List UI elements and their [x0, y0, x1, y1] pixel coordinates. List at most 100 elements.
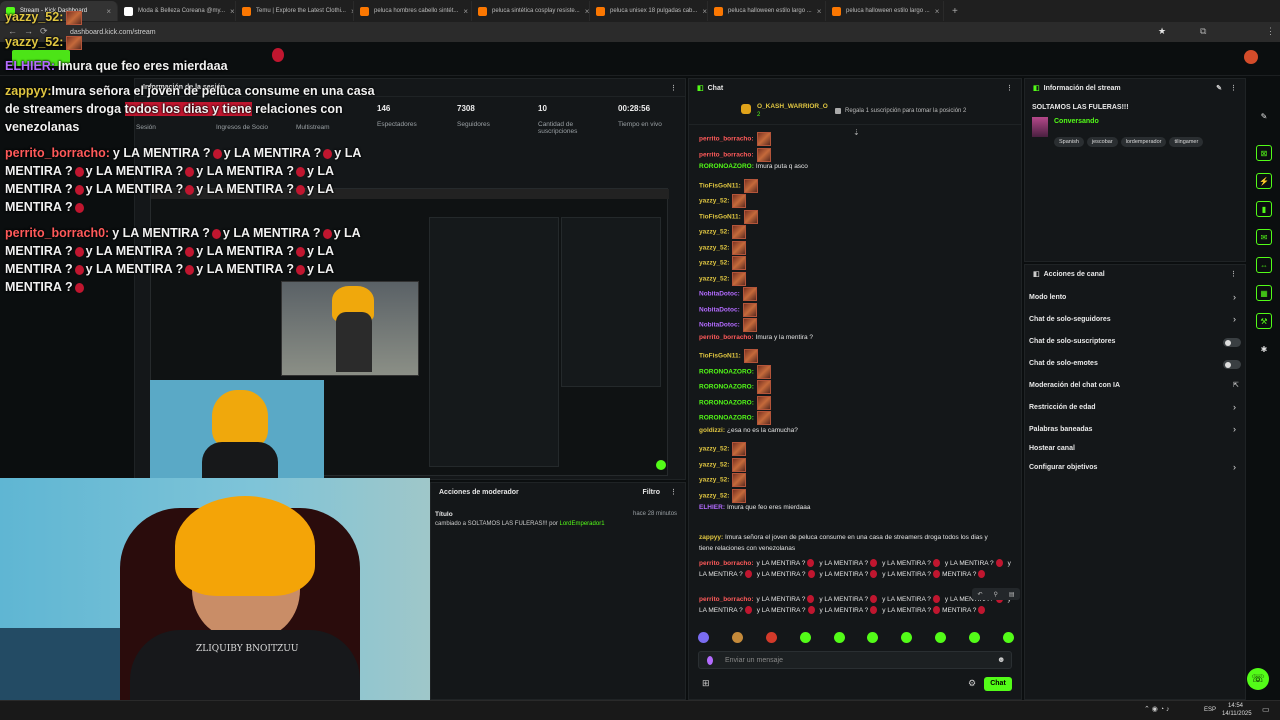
browser-tab[interactable]: peluca hombres cabello sintét... × — [354, 1, 472, 21]
chat-username[interactable]: NobitaDotoc: — [699, 306, 740, 313]
stream-tag[interactable]: Spanish — [1054, 137, 1084, 147]
quick-emote-icon[interactable] — [731, 632, 743, 643]
side-wrench-icon[interactable]: ⚒ — [1256, 313, 1272, 329]
address-bar[interactable]: ← → ⟳ dashboard.kick.com/stream ★ ⧉ ⋮ — [0, 22, 1280, 42]
tab-sesion[interactable]: Sesión — [136, 124, 156, 131]
tab-close-icon[interactable]: × — [817, 7, 822, 16]
side-shield-icon[interactable]: ⊠ — [1256, 145, 1272, 161]
side-edit-icon[interactable]: ✎ — [1256, 108, 1272, 124]
chat-input[interactable]: Enviar un mensaje ☻ — [698, 651, 1012, 669]
chat-username[interactable]: perrito_borracho: — [699, 151, 754, 158]
quick-emote-icon[interactable] — [1002, 632, 1014, 643]
channel-action-item[interactable]: Chat de solo-suscriptores — [1029, 338, 1115, 345]
quick-emote-icon[interactable] — [969, 632, 980, 643]
browser-tab[interactable]: peluca halloween estilo largo ... × — [826, 1, 944, 21]
chat-username[interactable]: yazzy_52: — [699, 275, 729, 282]
tab-close-icon[interactable]: × — [585, 7, 589, 16]
quick-emote-icon[interactable] — [765, 632, 777, 643]
stream-category[interactable]: Conversando — [1054, 118, 1099, 125]
send-chat-button[interactable]: Chat — [984, 677, 1012, 691]
chat-username[interactable]: yazzy_52: — [699, 198, 729, 205]
chat-username[interactable]: zappyy: — [699, 534, 723, 541]
avatar[interactable] — [1244, 50, 1258, 64]
side-card-icon[interactable]: ▮ — [1256, 201, 1272, 217]
browser-tab[interactable]: Moda & Belleza Coreana @my... × — [118, 1, 236, 21]
chat-username[interactable]: yazzy_52: — [699, 492, 729, 499]
chat-username[interactable]: yazzy_52: — [699, 260, 729, 267]
new-tab-icon[interactable]: + — [952, 6, 958, 17]
toggle-switch[interactable] — [1223, 338, 1241, 347]
channel-actions-menu-icon[interactable]: ⋮ — [1230, 270, 1237, 278]
bookmark-star-icon[interactable]: ★ — [1158, 26, 1166, 37]
chat-username[interactable]: RORONOAZORO: — [699, 163, 754, 170]
chevron-right-icon[interactable]: › — [1233, 424, 1236, 434]
emoji-picker-icon[interactable]: ☻ — [997, 655, 1005, 664]
chevron-right-icon[interactable]: › — [1233, 314, 1236, 324]
chat-username[interactable]: NobitaDotoc: — [699, 291, 740, 298]
chat-username[interactable]: yazzy_52: — [699, 229, 729, 236]
chat-username[interactable]: ELHIER: — [699, 504, 725, 511]
channel-action-item[interactable]: Hostear canal — [1029, 445, 1075, 452]
quick-emote-icon[interactable] — [867, 632, 879, 643]
quick-emote-icon[interactable] — [799, 632, 811, 643]
chat-username[interactable]: goldizzi: — [699, 427, 725, 434]
chat-username[interactable]: yazzy_52: — [699, 244, 729, 251]
stream-tag[interactable]: jescobar — [1086, 137, 1118, 147]
gift-icon[interactable]: ⊞ — [702, 678, 710, 689]
reply-icon[interactable]: ↶ — [977, 591, 982, 598]
chat-expand-icon[interactable]: ◧ — [697, 84, 704, 92]
chat-username[interactable]: NobitaDotoc: — [699, 322, 740, 329]
extensions-icon[interactable]: ⧉ — [1200, 26, 1206, 37]
pinned-user[interactable]: O_KASH_WARRIOR_O — [757, 103, 828, 110]
tab-close-icon[interactable]: × — [702, 7, 707, 16]
channel-action-item[interactable]: Modo lento — [1029, 294, 1066, 301]
channel-action-item[interactable]: Moderación del chat con IA — [1029, 382, 1120, 389]
quick-emote-icon[interactable] — [901, 632, 913, 643]
tray-icons[interactable]: ⌃ ◉ ◔ ♪ — [1144, 705, 1170, 713]
scroll-down-icon[interactable]: ⇣ — [853, 128, 860, 137]
stream-info-menu-icon[interactable]: ⋮ — [1230, 84, 1237, 92]
browser-tab[interactable]: Temu | Explore the Latest Clothi...× — [236, 1, 354, 21]
quick-emote-icon[interactable] — [833, 632, 845, 643]
tab-close-icon[interactable]: × — [463, 7, 468, 16]
side-bolt-icon[interactable]: ⚡ — [1256, 173, 1272, 189]
delete-icon[interactable]: ▤ — [1009, 591, 1015, 598]
chevron-right-icon[interactable]: › — [1233, 292, 1236, 302]
url-text[interactable]: dashboard.kick.com/stream — [70, 29, 156, 36]
tab-close-icon[interactable]: × — [935, 7, 940, 16]
chat-username[interactable]: RORONOAZORO: — [699, 399, 754, 406]
browser-tab[interactable]: peluca halloween estilo largo ... × — [708, 1, 826, 21]
chat-username[interactable]: TioFisGoN11: — [699, 182, 741, 189]
mod-change-user[interactable]: LordEmperador1 — [560, 521, 605, 527]
pinned-text[interactable]: Regala 1 suscripción para tomar la posic… — [845, 108, 966, 114]
chat-username[interactable]: perrito_borracho: — [699, 596, 754, 603]
external-link-icon[interactable]: ⇱ — [1233, 381, 1239, 389]
tray-language[interactable]: ESP — [1204, 707, 1216, 713]
side-chat-icon[interactable]: ✉ — [1256, 229, 1272, 245]
filter-button[interactable]: Filtro — [643, 489, 661, 496]
channel-action-item[interactable]: Palabras baneadas — [1029, 426, 1092, 433]
chat-username[interactable]: RORONOAZORO: — [699, 415, 754, 422]
side-layout-icon[interactable]: ▦ — [1256, 285, 1272, 301]
side-link-icon[interactable]: ⇔ — [1256, 257, 1272, 273]
chevron-right-icon[interactable]: › — [1233, 402, 1236, 412]
mod-menu-icon[interactable]: ⋮ — [670, 488, 677, 496]
channel-action-item[interactable]: Chat de solo-seguidores — [1029, 316, 1111, 323]
chat-username[interactable]: yazzy_52: — [699, 477, 729, 484]
support-chat-icon[interactable]: ☏ — [1247, 668, 1269, 690]
mic-icon[interactable] — [707, 656, 713, 665]
quick-emote-icon[interactable] — [935, 632, 947, 643]
channel-action-item[interactable]: Configurar objetivos — [1029, 464, 1097, 471]
chat-username[interactable]: perrito_borracho: — [699, 334, 754, 341]
notification-icon[interactable]: ▭ — [1262, 705, 1270, 714]
chat-username[interactable]: yazzy_52: — [699, 461, 729, 468]
tab-ingresos[interactable]: Ingresos de Socio — [216, 124, 268, 131]
chat-username[interactable]: perrito_borracho: — [699, 136, 754, 143]
chat-username[interactable]: RORONOAZORO: — [699, 384, 754, 391]
menu-dots-icon[interactable]: ⋮ — [1266, 26, 1275, 37]
chat-username[interactable]: TioFisGoN11: — [699, 213, 741, 220]
chevron-right-icon[interactable]: › — [1233, 462, 1236, 472]
tab-close-icon[interactable]: × — [230, 7, 235, 16]
chat-username[interactable]: yazzy_52: — [699, 446, 729, 453]
panel-menu-icon[interactable]: ⋮ — [670, 84, 677, 92]
